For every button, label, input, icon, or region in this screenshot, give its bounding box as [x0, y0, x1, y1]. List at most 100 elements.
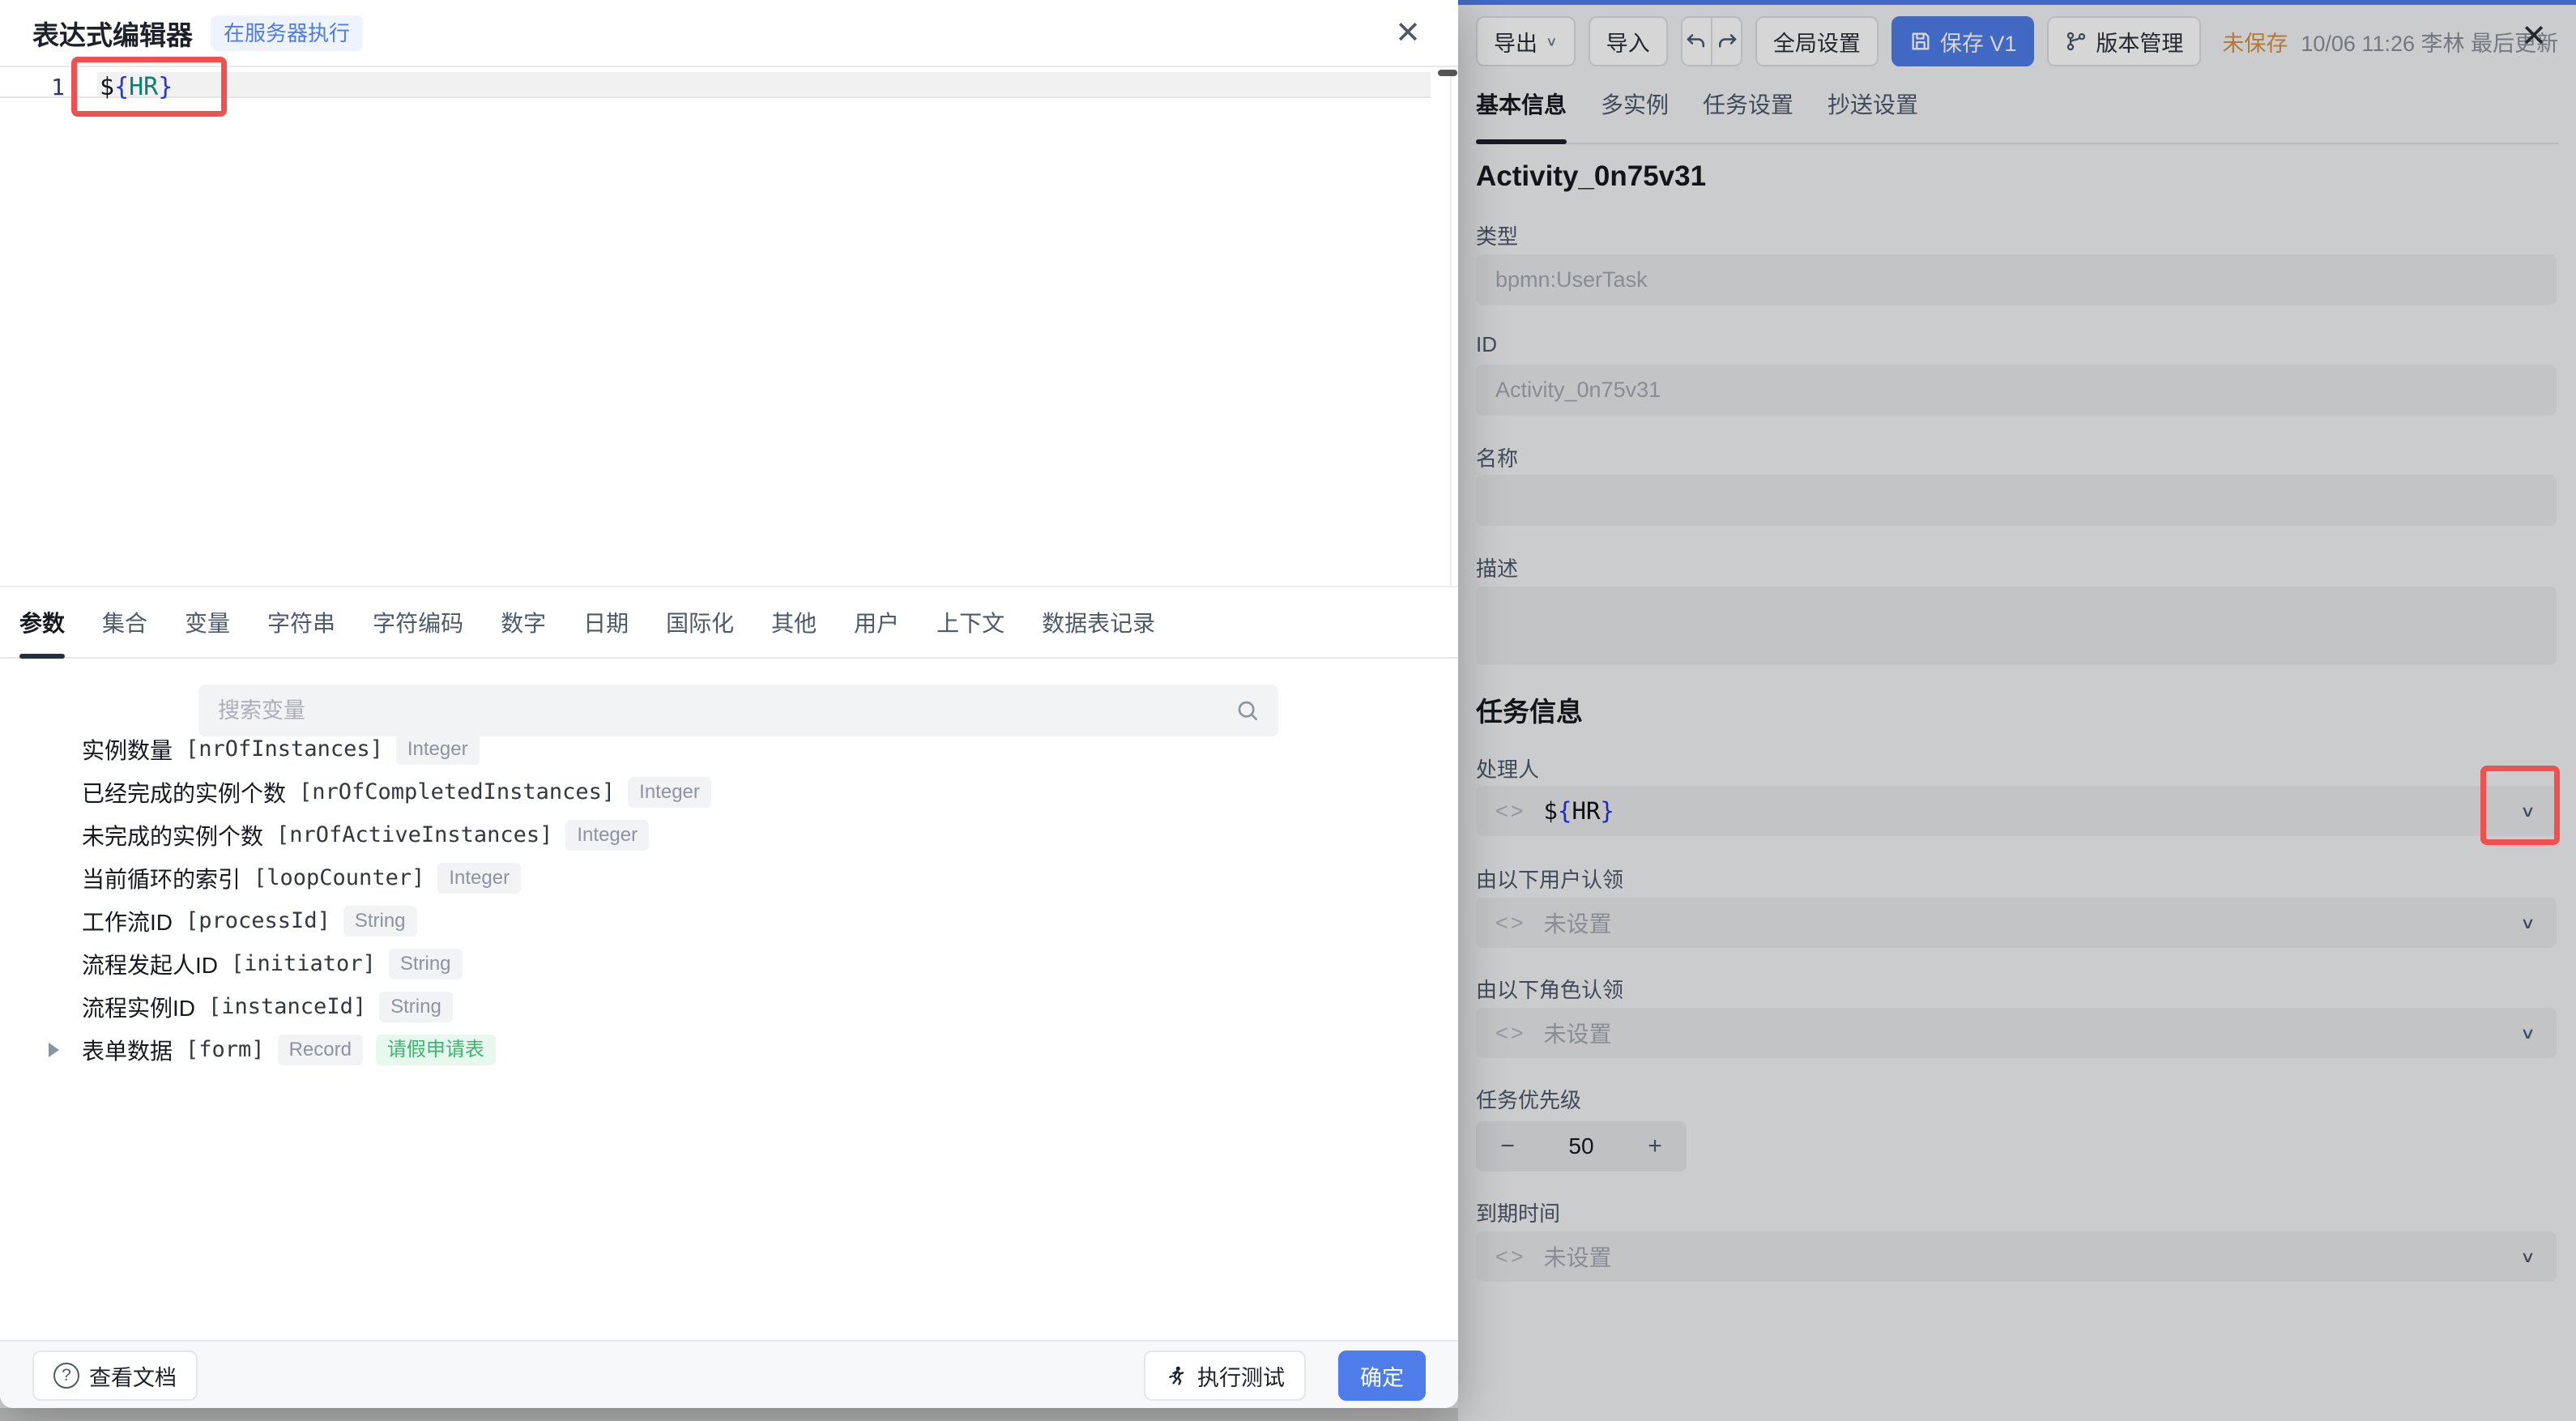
list-item[interactable]: 流程发起人ID [initiator] String — [0, 942, 1426, 985]
assignee-select[interactable]: <> ${HR} ∨ — [1476, 786, 2557, 836]
list-item[interactable]: 流程实例ID [instanceId] String — [0, 985, 1426, 1028]
name-label: 名称 — [1476, 442, 1518, 472]
editor-scrollbar[interactable] — [1450, 69, 1452, 586]
annotation-box-assignee-chevron — [2480, 766, 2560, 845]
unsaved-status: 未保存 — [2222, 26, 2288, 58]
due-time-label: 到期时间 — [1476, 1197, 1560, 1227]
element-heading: Activity_0n75v31 — [1476, 160, 1706, 193]
expression-icon: <> — [1495, 1021, 1526, 1046]
run-icon — [1165, 1364, 1188, 1387]
tab-cc-settings[interactable]: 抄送设置 — [1828, 87, 1918, 143]
modal-footer: ? 查看文档 执行测试 确定 — [0, 1340, 1458, 1408]
claim-role-value: 未设置 — [1544, 1017, 1612, 1049]
claim-role-label: 由以下角色认领 — [1476, 974, 1623, 1004]
tab-variables[interactable]: 变量 — [185, 587, 230, 657]
list-item[interactable]: 实例数量 [nrOfInstances] Integer — [0, 728, 1426, 770]
expand-caret-icon[interactable] — [49, 1043, 59, 1057]
tab-string[interactable]: 字符串 — [267, 587, 335, 657]
import-label: 导入 — [1606, 26, 1650, 58]
import-button[interactable]: 导入 — [1589, 16, 1668, 66]
variable-label: 工作流ID — [82, 905, 173, 937]
tab-context[interactable]: 上下文 — [936, 587, 1004, 657]
diagram-toolbar: 导出 ∨ 导入 全局设置 — [1476, 16, 2558, 66]
version-management-button[interactable]: 版本管理 — [2047, 16, 2201, 66]
variable-code: [form] — [186, 1037, 265, 1062]
name-field[interactable] — [1476, 475, 2557, 526]
priority-value[interactable]: 50 — [1539, 1133, 1623, 1159]
type-badge: Integer — [628, 777, 711, 808]
modal-close-icon[interactable]: ✕ — [1395, 18, 1421, 49]
list-item[interactable]: 已经完成的实例个数 [nrOfCompletedInstances] Integ… — [0, 770, 1426, 813]
redo-icon — [1715, 29, 1739, 53]
tab-basic-info[interactable]: 基本信息 — [1476, 87, 1567, 143]
accent-top-bar — [1458, 0, 2576, 5]
due-time-select[interactable]: <> 未设置 ∨ — [1476, 1231, 2557, 1282]
claim-user-select[interactable]: <> 未设置 ∨ — [1476, 898, 2557, 948]
export-button[interactable]: 导出 ∨ — [1476, 16, 1576, 66]
editor-scrollbar-thumb[interactable] — [1438, 70, 1457, 76]
branch-icon — [2065, 30, 2088, 53]
variable-code: [nrOfCompletedInstances] — [299, 779, 615, 804]
variable-code: [nrOfInstances] — [186, 736, 383, 762]
variable-label: 实例数量 — [82, 733, 173, 766]
tab-number[interactable]: 数字 — [501, 587, 546, 657]
list-item[interactable]: 当前循环的索引 [loopCounter] Integer — [0, 856, 1426, 899]
variable-label: 未完成的实例个数 — [82, 819, 263, 851]
description-label: 描述 — [1476, 553, 1518, 582]
search-icon — [1235, 698, 1260, 723]
plus-button[interactable]: + — [1623, 1133, 1687, 1160]
type-badge: String — [379, 992, 453, 1022]
claim-role-select[interactable]: <> 未设置 ∨ — [1476, 1008, 2557, 1058]
type-badge: String — [389, 949, 463, 979]
type-label: 类型 — [1476, 220, 1518, 250]
undo-button[interactable] — [1683, 18, 1712, 65]
chevron-down-icon[interactable]: ∨ — [2520, 1023, 2535, 1042]
undo-icon — [1684, 29, 1708, 53]
expression-icon: <> — [1495, 799, 1526, 824]
type-badge: String — [343, 906, 417, 937]
id-field: Activity_0n75v31 — [1476, 365, 2557, 416]
list-item[interactable]: 工作流ID [processId] String — [0, 899, 1426, 942]
code-editor[interactable]: 1 ${HR} — [0, 69, 1458, 586]
run-test-button[interactable]: 执行测试 — [1144, 1351, 1306, 1401]
claim-user-label: 由以下用户认领 — [1476, 864, 1623, 894]
variable-label: 当前循环的索引 — [82, 862, 241, 894]
redo-button[interactable] — [1711, 18, 1740, 65]
modal-title: 表达式编辑器 — [32, 14, 193, 53]
chevron-down-icon[interactable]: ∨ — [2520, 913, 2535, 932]
variable-code: [loopCounter] — [254, 865, 424, 890]
tab-table-records[interactable]: 数据表记录 — [1042, 587, 1155, 657]
assignee-value: ${HR} — [1544, 797, 1614, 825]
type-value: bpmn:UserTask — [1495, 267, 1648, 292]
undo-redo-group — [1681, 16, 1742, 66]
variable-code: [processId] — [186, 908, 331, 933]
expression-icon: <> — [1495, 911, 1526, 936]
due-time-value: 未设置 — [1544, 1240, 1612, 1273]
panel-close-icon[interactable]: ✕ — [2521, 21, 2547, 52]
tab-i18n[interactable]: 国际化 — [666, 587, 734, 657]
tab-user[interactable]: 用户 — [854, 587, 899, 657]
expression-editor-modal: 表达式编辑器 在服务器执行 ✕ 1 ${HR} 参数 集合 变量 字符串 字符编… — [0, 0, 1458, 1408]
tab-parameters[interactable]: 参数 — [19, 587, 65, 657]
chevron-down-icon[interactable]: ∨ — [2520, 1247, 2535, 1265]
annotation-box-expression — [71, 57, 227, 117]
tab-date[interactable]: 日期 — [583, 587, 629, 657]
save-button[interactable]: 保存 V1 — [1891, 16, 2035, 66]
id-label: ID — [1476, 332, 1497, 357]
list-item[interactable]: 表单数据 [form] Record 请假申请表 — [0, 1028, 1426, 1071]
global-settings-button[interactable]: 全局设置 — [1755, 16, 1879, 66]
description-field[interactable] — [1476, 587, 2557, 665]
view-docs-button[interactable]: ? 查看文档 — [32, 1351, 198, 1401]
variable-label: 流程实例ID — [82, 991, 195, 1023]
tab-other[interactable]: 其他 — [771, 587, 817, 657]
tab-multi-instance[interactable]: 多实例 — [1601, 87, 1669, 143]
tab-task-settings[interactable]: 任务设置 — [1703, 87, 1793, 143]
modal-backdrop — [0, 1408, 1458, 1421]
tab-encoding[interactable]: 字符编码 — [373, 587, 463, 657]
category-tabs: 参数 集合 变量 字符串 字符编码 数字 日期 国际化 其他 用户 上下文 数据… — [0, 586, 1458, 659]
variable-code: [initiator] — [231, 951, 376, 976]
minus-button[interactable]: − — [1476, 1133, 1539, 1160]
tab-collections[interactable]: 集合 — [102, 587, 147, 657]
confirm-button[interactable]: 确定 — [1338, 1351, 1426, 1401]
list-item[interactable]: 未完成的实例个数 [nrOfActiveInstances] Integer — [0, 813, 1426, 856]
